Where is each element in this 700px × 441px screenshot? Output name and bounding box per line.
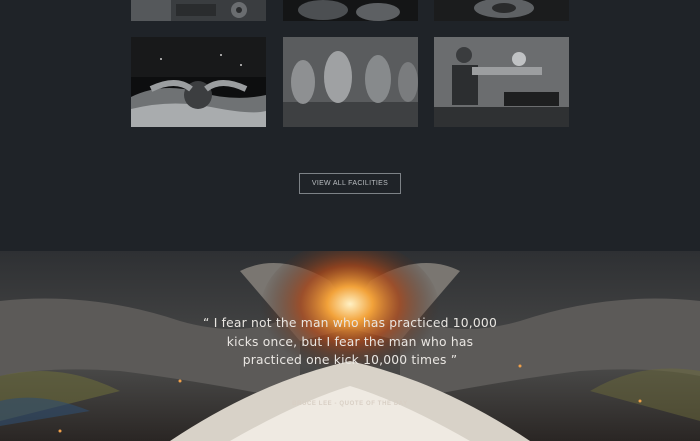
partner-stretch-photo-icon <box>434 37 569 127</box>
quote-author: BRUCE LEE - QUOTE OF THE DAY <box>292 401 408 407</box>
quote-of-the-day-section: “ I fear not the man who has practiced 1… <box>0 251 700 441</box>
facility-tile-gym-equipment[interactable] <box>131 0 266 21</box>
facility-tile-dumbbell[interactable] <box>434 0 569 21</box>
gym-equipment-photo-icon <box>131 0 266 21</box>
facility-tile-yoga[interactable] <box>283 37 418 127</box>
swimmer-butterfly-photo-icon <box>131 37 266 127</box>
weight-training-photo-icon <box>283 0 418 21</box>
facility-tile-weight-training[interactable] <box>283 0 418 21</box>
facility-tile-partner-stretch[interactable] <box>434 37 569 127</box>
yoga-class-photo-icon <box>283 37 418 127</box>
facility-tile-swimming[interactable] <box>131 37 266 127</box>
view-all-facilities-button[interactable]: VIEW ALL FACILITIES <box>299 173 401 194</box>
facilities-section: VIEW ALL FACILITIES <box>0 0 700 251</box>
quote-text: “ I fear not the man who has practiced 1… <box>203 316 497 367</box>
dumbbell-photo-icon <box>434 0 569 21</box>
